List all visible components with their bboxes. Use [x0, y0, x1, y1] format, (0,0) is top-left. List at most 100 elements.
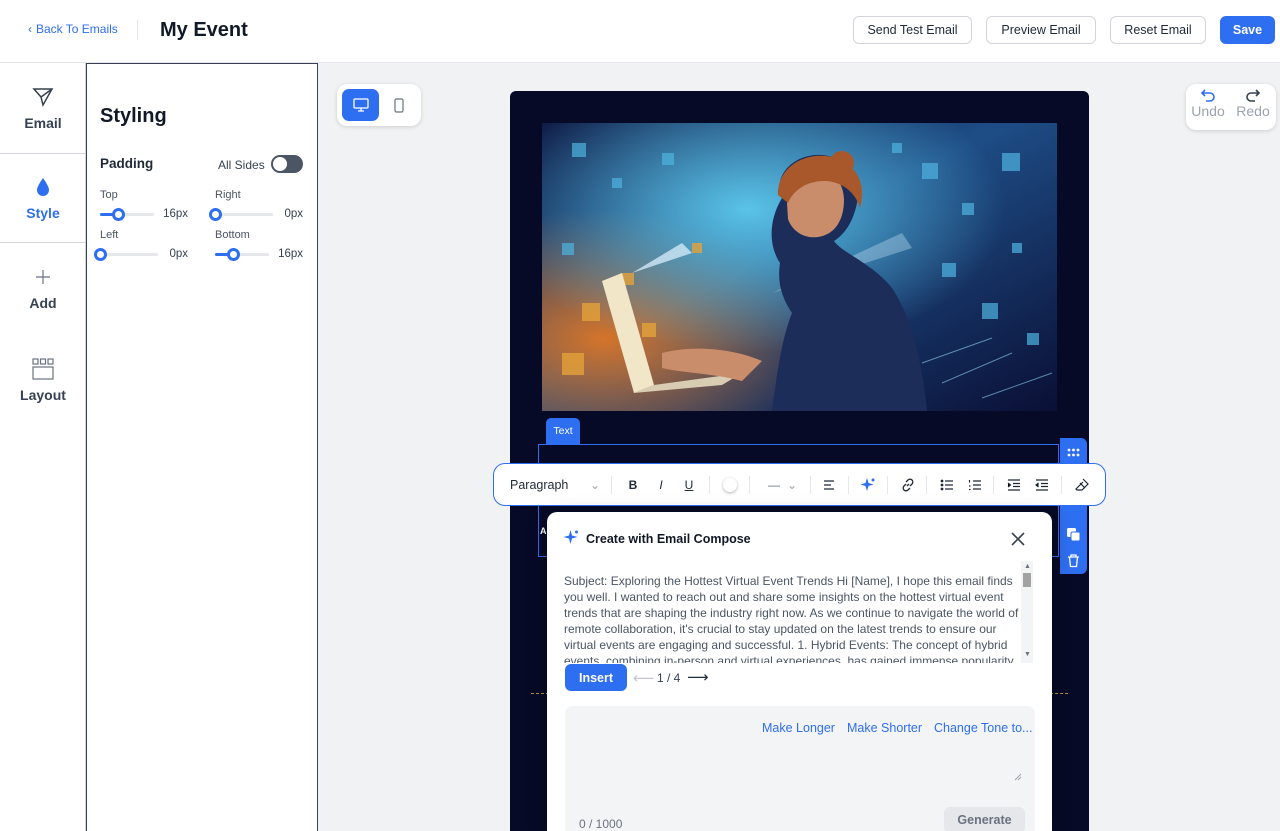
block-type-select[interactable]: Paragraph — [510, 478, 568, 492]
padding-left-slider[interactable] — [94, 248, 158, 261]
send-test-email-button[interactable]: Send Test Email — [853, 16, 972, 44]
email-compose-panel: Create with Email Compose Subject: Explo… — [547, 512, 1052, 831]
rail-item-label: Email — [24, 115, 62, 131]
droplet-icon — [37, 178, 49, 196]
text-color-swatch-icon[interactable] — [722, 477, 738, 493]
block-text-fragment: A — [540, 526, 547, 536]
italic-icon[interactable]: I — [653, 477, 669, 493]
arrow-right-icon[interactable]: ⟶ — [687, 668, 709, 686]
numbered-list-icon[interactable] — [967, 477, 983, 493]
back-link-label: Back To Emails — [36, 22, 118, 36]
scroll-up-icon[interactable]: ▲ — [1024, 563, 1031, 570]
drag-handle-icon[interactable] — [1066, 445, 1081, 460]
text-block-tag[interactable]: Text — [546, 418, 580, 444]
chevron-down-icon[interactable]: ⌄ — [784, 477, 800, 493]
reset-email-button[interactable]: Reset Email — [1110, 16, 1206, 44]
top-header: ‹ Back To Emails My Event Send Test Emai… — [0, 0, 1280, 63]
ai-sparkle-icon[interactable] — [860, 477, 876, 493]
slider-label-top: Top — [100, 189, 118, 201]
clear-format-icon[interactable] — [1074, 477, 1090, 493]
char-count: 0 / 1000 — [579, 817, 623, 831]
desktop-view-button[interactable] — [342, 89, 379, 121]
trash-icon[interactable] — [1066, 553, 1081, 568]
mobile-icon — [393, 97, 404, 113]
slider-thumb[interactable] — [111, 208, 125, 221]
slider-label-left: Left — [100, 229, 119, 241]
underline-icon[interactable]: U — [681, 477, 697, 493]
hero-illustration — [542, 123, 1057, 411]
compose-scrollbar[interactable]: ▲ ▼ — [1021, 561, 1033, 663]
save-button[interactable]: Save — [1220, 16, 1275, 44]
rail-item-add[interactable]: Add — [0, 243, 86, 333]
redo-label: Redo — [1236, 103, 1270, 119]
redo-button[interactable]: Redo — [1233, 88, 1273, 119]
resize-handle-icon[interactable] — [1014, 773, 1022, 781]
panel-title: Styling — [100, 105, 167, 127]
duplicate-icon[interactable] — [1066, 527, 1081, 542]
desktop-icon — [352, 98, 369, 112]
padding-label: Padding — [100, 156, 154, 171]
slider-thumb[interactable] — [94, 248, 107, 261]
insert-button[interactable]: Insert — [565, 664, 627, 691]
left-rail: Email Style Add Layout — [0, 63, 86, 831]
slider-thumb[interactable] — [209, 208, 222, 221]
padding-right-slider[interactable] — [209, 208, 273, 221]
layout-icon — [32, 358, 54, 380]
hero-image[interactable] — [542, 123, 1057, 411]
ai-sparkle-icon — [563, 530, 578, 544]
styling-panel: Styling Padding All Sides Top 16px Right… — [86, 63, 318, 831]
toolbar-separator — [926, 476, 927, 494]
device-switch — [337, 84, 421, 126]
rail-item-label: Layout — [20, 387, 66, 403]
slider-label-bottom: Bottom — [215, 229, 250, 241]
slider-label-right: Right — [215, 189, 241, 201]
preview-email-button[interactable]: Preview Email — [986, 16, 1096, 44]
generate-button[interactable]: Generate — [944, 807, 1025, 831]
toolbar-separator — [749, 476, 750, 494]
prompt-input-area[interactable]: Make Longer Make Shorter Change Tone to.… — [565, 706, 1035, 831]
toolbar-separator — [887, 476, 888, 494]
padding-top-slider[interactable] — [100, 208, 154, 221]
format-toolbar: Paragraph ⌄ B I U — ⌄ — [493, 463, 1106, 506]
header-divider — [137, 20, 138, 40]
toolbar-separator — [848, 476, 849, 494]
slider-value-top: 16px — [163, 208, 188, 220]
link-icon[interactable] — [900, 477, 916, 493]
slider-value-left: 0px — [169, 248, 188, 260]
make-shorter-chip[interactable]: Make Shorter — [847, 721, 922, 735]
all-sides-toggle[interactable] — [271, 155, 303, 173]
scroll-thumb[interactable] — [1023, 573, 1031, 587]
rail-item-layout[interactable]: Layout — [0, 335, 86, 425]
all-sides-label: All Sides — [218, 158, 265, 172]
block-tools — [1060, 438, 1087, 574]
change-tone-chip[interactable]: Change Tone to... — [934, 721, 1032, 735]
slider-thumb[interactable] — [226, 248, 240, 261]
padding-bottom-slider[interactable] — [215, 248, 269, 261]
chevron-down-icon[interactable]: ⌄ — [587, 477, 603, 493]
redo-icon — [1246, 89, 1261, 102]
compose-generated-text[interactable]: Subject: Exploring the Hottest Virtual E… — [564, 573, 1020, 663]
rail-item-email[interactable]: Email — [0, 63, 86, 153]
rail-item-style[interactable]: Style — [0, 153, 86, 243]
undo-icon — [1200, 89, 1215, 102]
indent-icon[interactable] — [1006, 477, 1022, 493]
arrow-left-icon[interactable]: ⟵ — [633, 669, 655, 687]
align-left-icon[interactable] — [821, 477, 837, 493]
bullet-list-icon[interactable] — [939, 477, 955, 493]
compose-title: Create with Email Compose — [586, 532, 751, 546]
rail-item-label: Add — [29, 295, 57, 311]
toolbar-separator — [993, 476, 994, 494]
outdent-icon[interactable] — [1034, 477, 1050, 493]
slider-value-right: 0px — [284, 208, 303, 220]
undo-redo-group: Undo Redo — [1186, 84, 1276, 130]
send-icon — [32, 88, 54, 108]
mobile-view-button[interactable] — [380, 89, 417, 121]
bold-icon[interactable]: B — [625, 477, 641, 493]
back-to-emails-link[interactable]: ‹ Back To Emails — [28, 22, 118, 36]
block-type-label: Paragraph — [510, 478, 569, 492]
make-longer-chip[interactable]: Make Longer — [762, 721, 835, 735]
undo-button[interactable]: Undo — [1188, 88, 1228, 119]
toolbar-separator — [611, 476, 612, 494]
close-icon[interactable] — [1009, 530, 1027, 548]
scroll-down-icon[interactable]: ▼ — [1024, 651, 1031, 658]
